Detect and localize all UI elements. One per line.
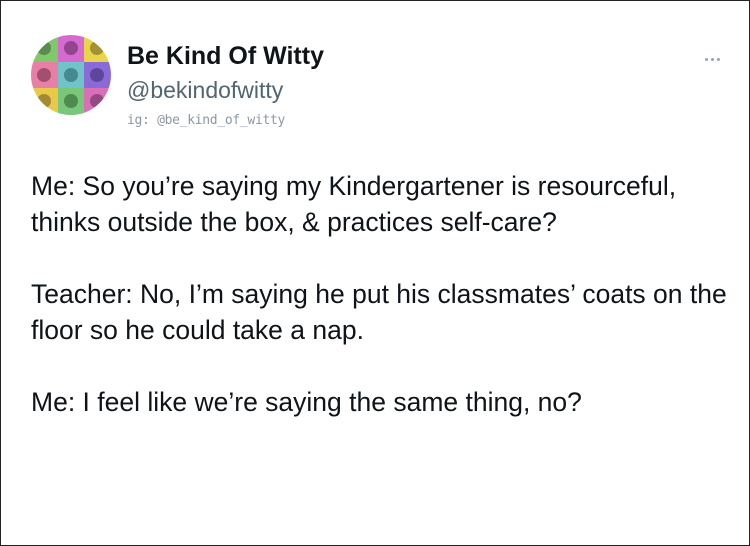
username-handle[interactable]: @bekindofwitty <box>127 75 324 105</box>
tweet-header: Be Kind Of Witty @bekindofwitty ig: @be_… <box>31 29 721 139</box>
pop-art-grid-avatar-icon <box>31 35 111 115</box>
tweet-card: Be Kind Of Witty @bekindofwitty ig: @be_… <box>0 0 750 546</box>
tweet-paragraph: Me: I feel like we’re saying the same th… <box>31 387 582 417</box>
instagram-watermark: ig: @be_kind_of_witty <box>127 113 286 128</box>
more-options-icon[interactable] <box>695 49 729 69</box>
dot <box>716 57 720 61</box>
author-info: Be Kind Of Witty @bekindofwitty ig: @be_… <box>127 41 324 131</box>
tweet-paragraph: Me: So you’re saying my Kindergartener i… <box>31 171 677 237</box>
dot <box>704 57 708 61</box>
avatar[interactable] <box>31 35 111 115</box>
display-name[interactable]: Be Kind Of Witty <box>127 41 324 71</box>
tweet-text: Me: So you’re saying my Kindergartener i… <box>31 168 731 420</box>
dot <box>710 57 714 61</box>
tweet-paragraph: Teacher: No, I’m saying he put his class… <box>31 279 727 345</box>
